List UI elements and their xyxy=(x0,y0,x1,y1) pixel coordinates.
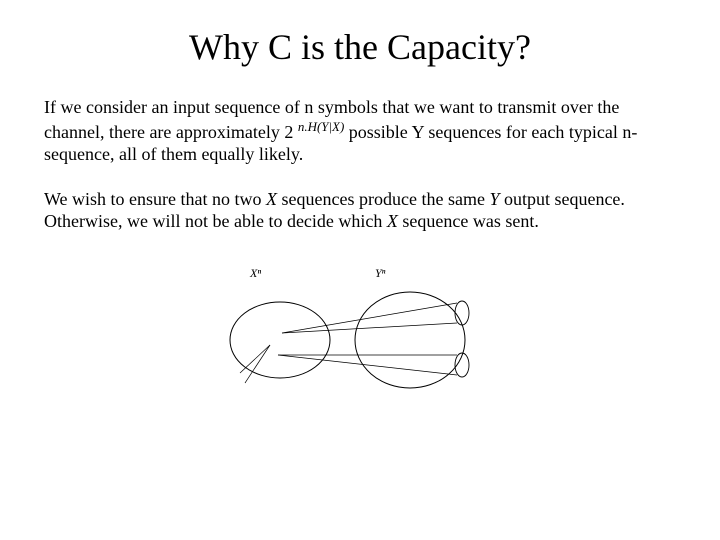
diagram: Xⁿ Yⁿ xyxy=(44,255,676,415)
diagram-right-label: Yⁿ xyxy=(375,266,386,280)
paragraph-1: If we consider an input sequence of n sy… xyxy=(44,96,676,166)
p2-x2: X xyxy=(387,211,398,231)
typical-set-diagram-icon: Xⁿ Yⁿ xyxy=(210,255,510,415)
slide-title: Why C is the Capacity? xyxy=(44,26,676,68)
p2-text-d: sequence was sent. xyxy=(398,211,539,231)
p2-text-a: We wish to ensure that no two xyxy=(44,189,266,209)
diagram-left-label: Xⁿ xyxy=(249,266,261,280)
paragraph-2: We wish to ensure that no two X sequence… xyxy=(44,188,676,233)
p2-text-b: sequences produce the same xyxy=(277,189,489,209)
slide: Why C is the Capacity? If we consider an… xyxy=(0,0,720,540)
p2-y: Y xyxy=(489,189,499,209)
p2-x1: X xyxy=(266,189,277,209)
p1-exponent: n.H(Y|X) xyxy=(298,119,344,134)
